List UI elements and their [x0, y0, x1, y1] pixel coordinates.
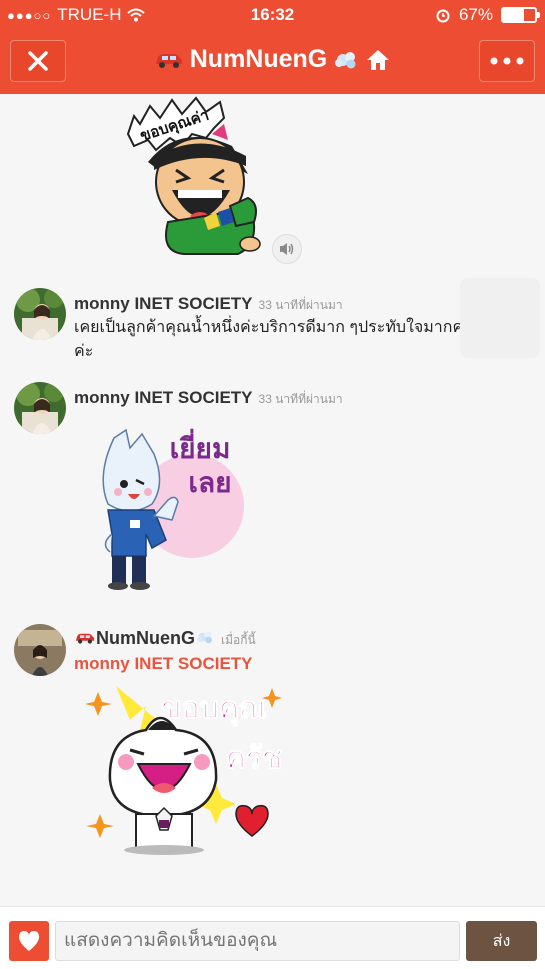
avatar[interactable]	[14, 288, 66, 340]
comment-item: NumNuenG เมื่อกี้นี้ monny INET SOCIETY	[14, 624, 539, 684]
speaker-icon	[280, 243, 294, 255]
header: ●●●○○ TRUE-H 16:32 67% NumNuenG	[0, 0, 545, 94]
alarm-icon	[436, 9, 450, 23]
heart-icon	[19, 931, 39, 951]
sticker-thank-you-2: ขอบคุณ ครัช	[84, 680, 286, 855]
send-button[interactable]: ส่ง	[466, 921, 537, 961]
sticker-thank-you: ขอบคุณค่า	[120, 94, 270, 256]
status-bar: ●●●○○ TRUE-H 16:32 67%	[0, 0, 545, 30]
sticker-great: เยี่ยม เลย	[90, 424, 250, 600]
comment-author[interactable]: monny INET SOCIETY 33 นาทีที่ผ่านมา	[74, 388, 343, 409]
comment-time: เมื่อกี้นี้	[221, 633, 256, 647]
more-button[interactable]	[479, 40, 535, 82]
author-name[interactable]: monny INET SOCIETY	[74, 388, 253, 407]
like-button[interactable]	[9, 921, 49, 961]
avatar[interactable]	[14, 624, 66, 676]
sticker2-text: เยี่ยม	[170, 428, 231, 465]
more-icon	[490, 57, 524, 65]
media-placeholder	[460, 278, 540, 358]
sticker2-text-line2: เลย	[188, 466, 231, 499]
comment-time: 33 นาทีที่ผ่านมา	[258, 392, 343, 406]
dash-emoji	[197, 631, 212, 644]
comment-list[interactable]: ขอบคุณค่า monny INET SOCIETY 33 นาทีที่ผ…	[0, 94, 545, 904]
car-emoji	[75, 633, 95, 644]
reply-mention[interactable]: monny INET SOCIETY	[74, 652, 539, 676]
comment-author[interactable]: NumNuenG เมื่อกี้นี้	[74, 628, 256, 650]
home-icon[interactable]	[365, 48, 391, 72]
author-name[interactable]: NumNuenG	[96, 628, 195, 648]
battery-percent: 67%	[458, 5, 493, 24]
comment-input[interactable]	[55, 921, 460, 961]
author-name[interactable]: monny INET SOCIETY	[74, 294, 253, 313]
comment-time: 33 นาทีที่ผ่านมา	[258, 298, 343, 312]
sticker3-text: ขอบคุณ	[161, 691, 267, 727]
page-title: NumNuenG	[0, 45, 545, 74]
sticker-sound-button[interactable]	[272, 234, 302, 264]
comment-bar: ส่ง	[0, 906, 545, 969]
car-emoji	[155, 53, 182, 68]
avatar[interactable]	[14, 382, 66, 434]
sticker3-text-line2: ครัช	[226, 741, 283, 776]
battery-icon	[501, 7, 540, 23]
comment-author[interactable]: monny INET SOCIETY 33 นาทีที่ผ่านมา	[74, 294, 343, 315]
title-text: NumNuenG	[189, 45, 328, 73]
dash-emoji	[335, 51, 356, 68]
